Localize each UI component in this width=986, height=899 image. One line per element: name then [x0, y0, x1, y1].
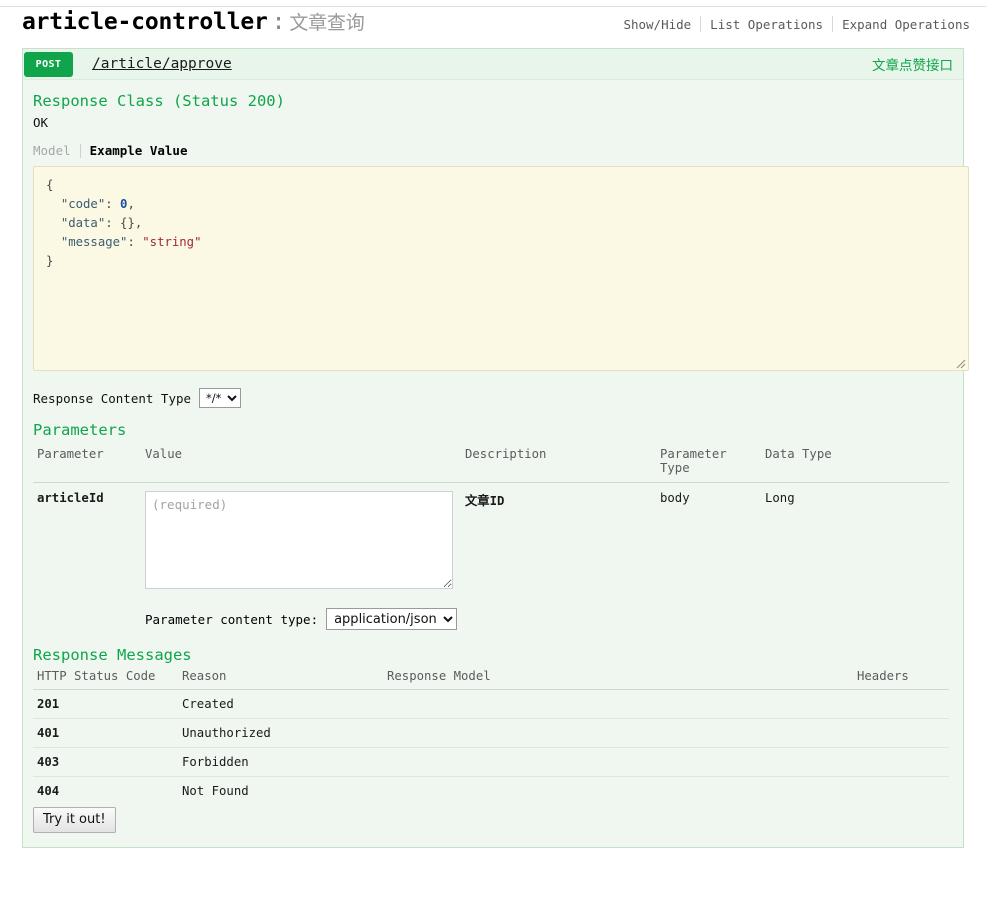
response-model-cell	[383, 777, 853, 806]
resource-options: Show/Hide List Operations Expand Operati…	[614, 7, 972, 32]
operation-heading[interactable]: POST /article/approve 文章点赞接口	[23, 49, 963, 79]
operation-path[interactable]: /article/approve	[92, 56, 872, 72]
response-class-heading: Response Class (Status 200)	[33, 92, 285, 110]
parameter-content-type-row: Parameter content type: application/json	[145, 608, 949, 630]
response-class-status-text: OK	[33, 115, 49, 130]
parameter-description: 文章ID	[465, 494, 505, 508]
table-row: 201 Created	[33, 689, 949, 719]
parameter-content-type-select[interactable]: application/json	[326, 608, 458, 630]
response-model-cell	[383, 689, 853, 719]
parameter-name: articleId	[37, 491, 104, 505]
col-parameter-type: Parameter Type	[656, 444, 761, 483]
http-method-badge: POST	[24, 51, 73, 77]
operation-block: POST /article/approve 文章点赞接口 Response Cl…	[22, 48, 969, 848]
tab-model[interactable]: Model	[33, 143, 80, 158]
col-headers: Headers	[853, 666, 949, 690]
table-row: 401 Unauthorized	[33, 718, 949, 748]
parameters-table: Parameter Value Description Parameter Ty…	[33, 444, 949, 597]
try-it-out-button[interactable]: Try it out!	[33, 807, 116, 833]
col-data-type: Data Type	[761, 444, 949, 483]
reason-cell: Not Found	[182, 784, 249, 798]
parameter-value-cell	[141, 483, 461, 598]
headers-cell	[853, 718, 949, 748]
status-code-cell: 201	[33, 689, 178, 719]
resource-header: article-controller: 文章查询 Show/Hide List O…	[0, 7, 986, 42]
col-http-status-code: HTTP Status Code	[33, 666, 178, 690]
response-model-cell	[383, 747, 853, 777]
parameters-heading: Parameters	[33, 421, 127, 439]
parameter-value-input[interactable]	[145, 491, 453, 589]
resource-title: article-controller: 文章查询	[22, 7, 365, 37]
col-value: Value	[141, 444, 461, 483]
col-description: Description	[461, 444, 656, 483]
status-code-cell: 404	[37, 784, 60, 798]
table-row: 404 Not Found	[33, 777, 949, 806]
col-parameter: Parameter	[33, 444, 141, 483]
reason-cell: Created	[178, 689, 383, 719]
operation-body: Response Class (Status 200) OK Model Exa…	[23, 79, 969, 847]
status-code-cell: 401	[33, 718, 178, 748]
parameter-data-type: Long	[765, 491, 795, 505]
parameter-type: body	[660, 491, 690, 505]
response-messages-heading: Response Messages	[33, 646, 192, 664]
parameter-content-type-label: Parameter content type:	[145, 611, 319, 627]
reason-cell: Unauthorized	[178, 718, 383, 748]
col-reason: Reason	[178, 666, 383, 690]
example-value-box[interactable]: { "code": 0, "data": {}, "message": "str…	[33, 166, 969, 371]
tab-example-value[interactable]: Example Value	[81, 143, 188, 158]
parameters-header-row: Parameter Value Description Parameter Ty…	[33, 444, 949, 483]
submit-wrapper: Try it out!	[33, 807, 949, 833]
list-operations-link[interactable]: List Operations	[701, 17, 832, 32]
operation-summary: 文章点赞接口	[872, 58, 953, 74]
resource-name-link[interactable]: article-controller	[22, 9, 268, 35]
response-model-cell	[383, 718, 853, 748]
headers-cell	[853, 747, 949, 777]
show-hide-link[interactable]: Show/Hide	[614, 17, 700, 32]
response-content-type-label: Response Content Type	[33, 390, 192, 406]
resource-description: 文章查询	[289, 12, 365, 34]
resize-handle-icon[interactable]	[953, 356, 966, 369]
response-messages-header-row: HTTP Status Code Reason Response Model H…	[33, 666, 949, 690]
model-example-tabs: Model Example Value	[33, 143, 949, 158]
headers-cell	[853, 777, 949, 806]
response-messages-table: HTTP Status Code Reason Response Model H…	[33, 666, 949, 805]
col-response-model: Response Model	[383, 666, 853, 690]
expand-operations-link[interactable]: Expand Operations	[833, 17, 972, 32]
reason-cell: Forbidden	[178, 747, 383, 777]
status-code-cell: 403	[33, 747, 178, 777]
table-row: 403 Forbidden	[33, 747, 949, 777]
example-value-json: { "code": 0, "data": {}, "message": "str…	[46, 178, 202, 268]
headers-cell	[853, 689, 949, 719]
response-content-type-row: Response Content Type */*	[33, 388, 949, 408]
swagger-page: article-controller: 文章查询 Show/Hide List O…	[0, 6, 986, 848]
resource-title-colon: :	[271, 9, 286, 35]
response-content-type-select[interactable]: */*	[199, 388, 242, 408]
table-row: articleId 文章ID body Long	[33, 483, 949, 598]
